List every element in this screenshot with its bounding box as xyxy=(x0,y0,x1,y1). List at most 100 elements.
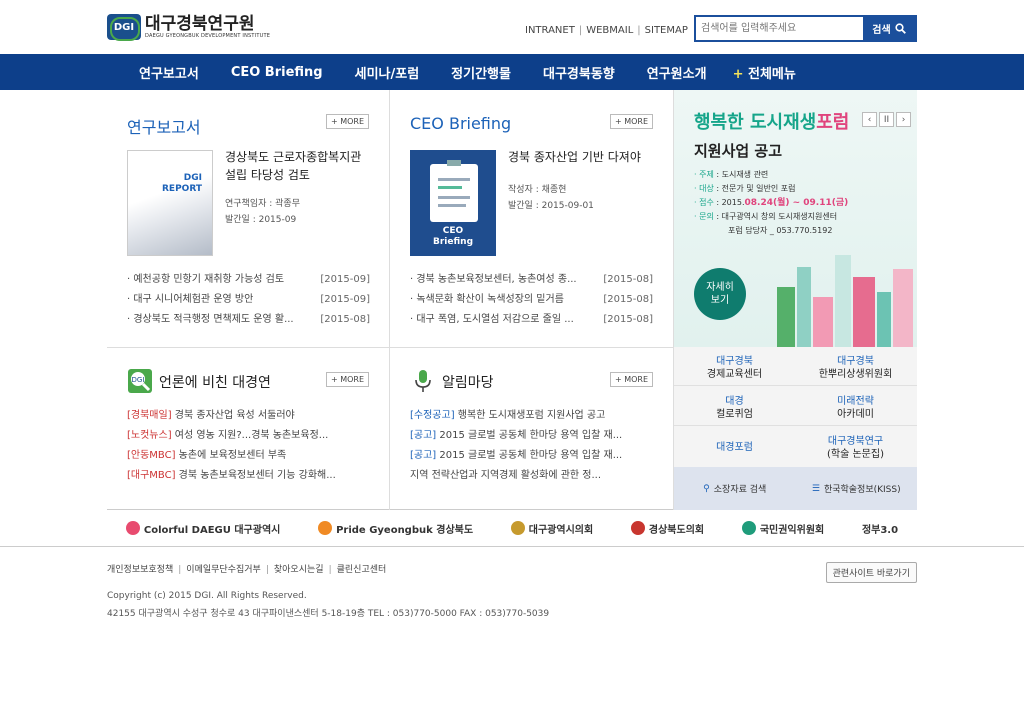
clipboard-icon xyxy=(430,160,478,222)
list-item[interactable]: [공고] 2015 글로벌 공동체 한마당 용역 입찰 재... xyxy=(410,446,653,466)
list-item[interactable]: [노컷뉴스] 여성 영농 지원?...경북 농촌보육정... xyxy=(127,426,370,446)
kiss-link[interactable]: ☰ 한국학술정보(KISS) xyxy=(796,467,918,510)
banner-prev-button[interactable]: ‹ xyxy=(862,112,877,127)
featured-ceo-title[interactable]: 경북 종자산업 기반 다져야 xyxy=(508,148,668,166)
ceo-more-button[interactable]: + MORE xyxy=(609,114,653,129)
link-future-academy[interactable]: 미래전략 아카데미 xyxy=(795,395,916,421)
notice-panel: 알림마당 + MORE [수정공고] 행복한 도시재생포럼 지원사업 공고 [공… xyxy=(390,348,674,510)
featured-report-author: 연구책임자 : 곽종무 xyxy=(225,199,300,209)
gyeongbuk-logo-icon xyxy=(318,521,333,535)
logo-subtitle: DAEGU GYEONGBUK DEVELOPMENT INSTITUTE xyxy=(145,33,271,39)
notice-more-button[interactable]: + MORE xyxy=(609,372,653,387)
list-item[interactable]: [경북매일] 경북 종자산업 육성 서둘러야 xyxy=(127,406,370,426)
banner-pause-button[interactable]: II xyxy=(879,112,894,127)
privacy-policy-link[interactable]: 개인정보보호정책 xyxy=(107,565,173,575)
intranet-link[interactable]: INTRANET xyxy=(525,25,575,36)
list-item[interactable]: · 대구 폭염, 도시열섬 저감으로 줄일 ... [2015-08] xyxy=(410,310,653,330)
search-input[interactable] xyxy=(696,17,863,40)
link-colloquium[interactable]: 대경 컬로퀴엄 xyxy=(674,395,795,421)
partner-gov30[interactable]: 정부3.0 xyxy=(862,521,898,536)
list-item[interactable]: · 경북 농촌보육정보센터, 농촌여성 종... [2015-08] xyxy=(410,270,653,290)
press-more-button[interactable]: + MORE xyxy=(325,372,369,387)
library-search-link[interactable]: ⚲ 소장자료 검색 xyxy=(674,467,796,510)
list-item[interactable]: 지역 전략산업과 지역경제 활성화에 관한 정... xyxy=(410,466,653,486)
ceo-briefing-title[interactable]: CEO Briefing xyxy=(410,114,511,133)
notice-title[interactable]: 알림마당 xyxy=(442,372,494,392)
featured-report-title[interactable]: 경상북도 근로자종합복지관 설립 타당성 검토 xyxy=(225,148,375,184)
related-sites-select[interactable]: 관련사이트 바로가기 xyxy=(825,562,917,583)
link-hanppuri[interactable]: 대구경북 한뿌리상생위원회 xyxy=(795,355,916,381)
email-policy-link[interactable]: 이메일무단수집거부 xyxy=(186,565,261,575)
banner-info: · 주제 : 도시재생 관련 · 대상 : 전문가 및 일반인 포럼 · 접수 … xyxy=(694,170,849,235)
nav-ceo-briefing[interactable]: CEO Briefing xyxy=(215,65,339,80)
list-item[interactable]: [수정공고] 행복한 도시재생포럼 지원사업 공고 xyxy=(410,406,653,426)
search-doc-icon: ⚲ xyxy=(703,483,710,494)
banner-next-button[interactable]: › xyxy=(896,112,911,127)
logo-title: 대구경북연구원 xyxy=(145,14,255,34)
sitemap-link[interactable]: SITEMAP xyxy=(645,25,688,36)
clean-report-link[interactable]: 클린신고센터 xyxy=(337,565,387,575)
list-item[interactable]: [대구MBC] 경북 농촌보육정보센터 기능 강화해... xyxy=(127,466,370,486)
webmail-link[interactable]: WEBMAIL xyxy=(586,25,633,36)
list-item[interactable]: [안동MBC] 농촌에 보육정보센터 부족 xyxy=(127,446,370,466)
reports-panel: 연구보고서 + MORE DGI REPORT 경상북도 근로자종합복지관 설립… xyxy=(107,90,390,348)
partner-bar: Colorful DAEGU 대구광역시 Pride Gyeongbuk 경상북… xyxy=(0,510,1024,547)
directions-link[interactable]: 찾아오시는길 xyxy=(274,565,324,575)
list-item[interactable]: · 대구 시니어체험관 운영 방안 [2015-09] xyxy=(127,290,370,310)
nav-seminar[interactable]: 세미나/포럼 xyxy=(339,63,436,82)
list-item[interactable]: [공고] 2015 글로벌 공동체 한마당 용역 입찰 재... xyxy=(410,426,653,446)
partner-gyeongbuk[interactable]: Pride Gyeongbuk 경상북도 xyxy=(318,521,473,536)
city-illustration xyxy=(767,242,917,347)
search-button[interactable]: 검색 xyxy=(863,17,915,40)
copyright: Copyright (c) 2015 DGI. All Rights Reser… xyxy=(107,591,307,601)
ceo-briefing-panel: CEO Briefing + MORE CEO Briefing 경북 종자산업… xyxy=(390,90,674,348)
partner-gyeongbuk-council[interactable]: 경상북도의회 xyxy=(630,521,704,536)
link-daegyeong-forum[interactable]: 대경포럼 xyxy=(674,441,795,454)
ceo-briefing-thumbnail[interactable]: CEO Briefing xyxy=(410,150,496,256)
report-cover-thumbnail[interactable]: DGI REPORT xyxy=(127,150,213,256)
search-icon xyxy=(895,23,906,34)
featured-ceo-meta: 작성자 : 채종현 발간일 : 2015-09-01 xyxy=(508,182,594,214)
nav-all-menu[interactable]: + 전체메뉴 xyxy=(733,63,796,82)
press-list: [경북매일] 경북 종자산업 육성 서둘러야 [노컷뉴스] 여성 영농 지원?.… xyxy=(127,406,370,486)
press-title[interactable]: 언론에 비친 대경연 xyxy=(159,372,271,392)
nav-reports[interactable]: 연구보고서 xyxy=(107,63,215,82)
address: 42155 대구광역시 수성구 청수로 43 대구파이낸스센터 5-18-19층… xyxy=(107,609,550,619)
daegu-council-emblem-icon xyxy=(510,521,525,535)
notice-list: [수정공고] 행복한 도시재생포럼 지원사업 공고 [공고] 2015 글로벌 … xyxy=(410,406,653,486)
reports-list: · 예천공항 민항기 재취항 가능성 검토 [2015-09] · 대구 시니어체… xyxy=(127,270,370,330)
footer-info: Copyright (c) 2015 DGI. All Rights Reser… xyxy=(107,587,917,623)
main-nav: 연구보고서 CEO Briefing 세미나/포럼 정기간행물 대구경북동향 연… xyxy=(0,54,1024,90)
banner-detail-button[interactable]: 자세히 보기 xyxy=(694,268,746,320)
report-cover-text: DGI REPORT xyxy=(162,173,202,194)
footer: 개인정보보호정책 | 이메일무단수집거부 | 찾아오시는길 | 클린신고센터 관련사이트 바… xyxy=(107,547,917,623)
nav-periodicals[interactable]: 정기간행물 xyxy=(435,63,527,82)
link-economic-education[interactable]: 대구경북 경제교육센터 xyxy=(674,355,795,381)
banner-title: 행복한 도시재생포럼 xyxy=(694,112,850,133)
banner-subtitle: 지원사업 공고 xyxy=(694,142,783,160)
list-item[interactable]: · 예천공항 민항기 재취항 가능성 검토 [2015-09] xyxy=(127,270,370,290)
microphone-icon xyxy=(415,370,431,392)
link-journal[interactable]: 대구경북연구 (학술 논문집) xyxy=(795,435,916,461)
forum-banner[interactable]: 행복한 도시재생포럼 ‹ II › 지원사업 공고 · 주제 : 도시재생 관련… xyxy=(674,90,917,347)
featured-report-date: 발간일 : 2015-09 xyxy=(225,215,297,225)
plus-icon: + xyxy=(732,66,744,82)
nav-trends[interactable]: 대구경북동향 xyxy=(527,63,631,82)
list-item[interactable]: · 녹색문화 확산이 녹색성장의 밑거름 [2015-08] xyxy=(410,290,653,310)
banner-controls: ‹ II › xyxy=(862,112,911,127)
nav-about[interactable]: 연구원소개 xyxy=(631,63,723,82)
reports-more-button[interactable]: + MORE xyxy=(325,114,369,129)
partner-acrc[interactable]: 국민권익위원회 xyxy=(741,521,824,536)
search-box: 검색 xyxy=(694,15,917,42)
reports-title[interactable]: 연구보고서 xyxy=(127,114,201,138)
gyeongbuk-council-emblem-icon xyxy=(630,521,645,535)
book-icon: ☰ xyxy=(811,483,820,494)
ceo-list: · 경북 농촌보육정보센터, 농촌여성 종... [2015-08] · 녹색문화… xyxy=(410,270,653,330)
logo[interactable]: DGI 대구경북연구원 DAEGU GYEONGBUK DEVELOPMENT … xyxy=(107,14,271,41)
main-content: 연구보고서 + MORE DGI REPORT 경상북도 근로자종합복지관 설립… xyxy=(107,90,917,510)
dgi-magnifier-icon: DGI xyxy=(128,369,152,393)
partner-daegu-council[interactable]: 대구광역시의회 xyxy=(510,521,593,536)
list-item[interactable]: · 경상북도 적극행정 면책제도 운영 활... [2015-08] xyxy=(127,310,370,330)
svg-text:DGI: DGI xyxy=(132,376,145,384)
partner-daegu[interactable]: Colorful DAEGU 대구광역시 xyxy=(125,521,280,536)
